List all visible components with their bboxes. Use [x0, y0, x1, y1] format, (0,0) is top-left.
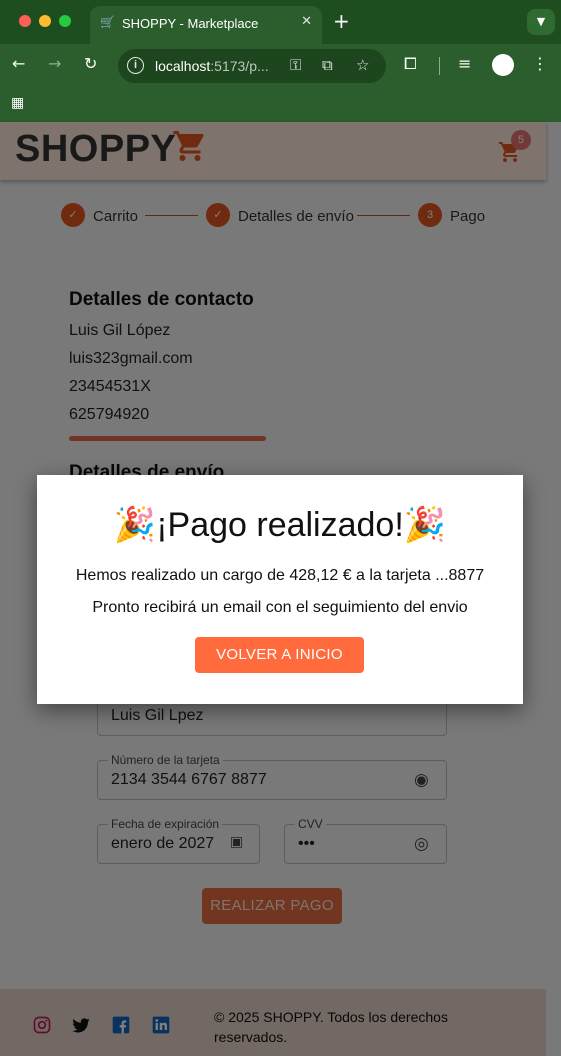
- media-queue-icon[interactable]: ≡: [458, 54, 471, 73]
- dialog-title: 🎉¡Pago realizado!🎉: [113, 506, 447, 544]
- back-icon[interactable]: ←: [12, 54, 25, 73]
- tab-search-button[interactable]: ▼: [527, 9, 555, 35]
- maximize-window-button[interactable]: [59, 15, 71, 27]
- toolbar-divider: [439, 57, 440, 75]
- tab-close-icon[interactable]: ✕: [301, 14, 312, 29]
- url-text: localhost:5173/p...: [155, 58, 269, 74]
- bookmark-star-icon[interactable]: ☆: [356, 56, 369, 74]
- payment-success-dialog: 🎉¡Pago realizado!🎉 Hemos realizado un ca…: [37, 475, 523, 704]
- volver-a-inicio-button[interactable]: VOLVER A INICIO: [195, 637, 364, 673]
- browser-toolbar: ← → ↻ i localhost:5173/p... ⚿ ⧉ ☆ ⧠ ≡ ⋮: [0, 44, 561, 88]
- profile-avatar[interactable]: [492, 54, 514, 76]
- browser-tabbar: 🛒 SHOPPY - Marketplace ✕ + ▼: [0, 0, 561, 44]
- close-window-button[interactable]: [19, 15, 31, 27]
- address-bar[interactable]: i localhost:5173/p... ⚿ ⧉ ☆: [118, 49, 386, 83]
- tab-title: SHOPPY - Marketplace: [122, 16, 259, 31]
- minimize-window-button[interactable]: [39, 15, 51, 27]
- site-info-icon[interactable]: i: [127, 57, 144, 74]
- password-key-icon[interactable]: ⚿: [290, 56, 301, 74]
- extensions-icon[interactable]: ⧠: [404, 54, 417, 74]
- bookmarks-bar: ▦: [0, 88, 561, 122]
- forward-icon[interactable]: →: [48, 54, 61, 73]
- browser-tab-active[interactable]: 🛒 SHOPPY - Marketplace ✕: [90, 6, 322, 44]
- dialog-email-message: Pronto recibirá un email con el seguimie…: [92, 599, 468, 616]
- reload-icon[interactable]: ↻: [84, 54, 97, 73]
- dialog-charge-message: Hemos realizado un cargo de 428,12 € a l…: [75, 567, 485, 584]
- translate-icon[interactable]: ⧉: [322, 56, 333, 74]
- browser-menu-icon[interactable]: ⋮: [532, 54, 548, 73]
- cart-favicon-icon: 🛒: [100, 15, 115, 29]
- apps-grid-icon[interactable]: ▦: [11, 95, 24, 111]
- new-tab-button[interactable]: +: [333, 10, 350, 32]
